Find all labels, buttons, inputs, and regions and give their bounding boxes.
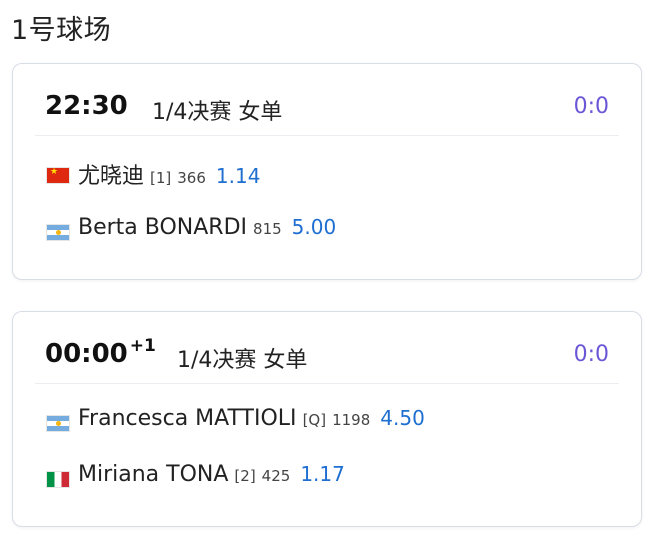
match-header: 00:00 +1 1/4决赛 女单 0:0 bbox=[35, 312, 619, 384]
match-time: 00:00 +1 bbox=[45, 336, 156, 369]
player-name[interactable]: Berta BONARDI bbox=[78, 215, 247, 240]
player-odds[interactable]: 1.17 bbox=[300, 462, 345, 486]
player-odds[interactable]: 5.00 bbox=[292, 215, 337, 239]
player-seed: [Q] bbox=[302, 411, 327, 429]
next-day-marker: +1 bbox=[129, 336, 156, 356]
argentina-flag-icon bbox=[46, 414, 70, 432]
italy-flag-icon bbox=[46, 470, 70, 488]
match-round: 1/4决赛 女单 bbox=[177, 348, 308, 373]
match-score: 0:0 bbox=[573, 342, 609, 367]
match-card[interactable]: 22:30 1/4决赛 女单 0:0 ★ 尤晓迪 [1] 366 1.14 Be… bbox=[12, 63, 642, 280]
player-row[interactable]: Miriana TONA [2] 425 1.17 bbox=[46, 462, 345, 492]
match-time: 22:30 bbox=[45, 91, 128, 121]
argentina-flag-icon bbox=[46, 223, 70, 241]
player-rank: 1198 bbox=[332, 411, 371, 429]
player-odds[interactable]: 4.50 bbox=[380, 406, 425, 430]
match-round: 1/4决赛 女单 bbox=[152, 100, 283, 125]
player-row[interactable]: Francesca MATTIOLI [Q] 1198 4.50 bbox=[46, 406, 425, 436]
player-rank: 366 bbox=[177, 169, 206, 187]
china-flag-icon: ★ bbox=[46, 166, 70, 184]
match-card[interactable]: 00:00 +1 1/4决赛 女单 0:0 Francesca MATTIOLI … bbox=[12, 311, 642, 527]
player-seed: [2] bbox=[234, 467, 256, 485]
match-header: 22:30 1/4决赛 女单 0:0 bbox=[35, 64, 619, 136]
player-row[interactable]: Berta BONARDI 815 5.00 bbox=[46, 215, 336, 245]
player-rank: 425 bbox=[261, 467, 291, 485]
player-rank: 815 bbox=[253, 220, 282, 238]
player-odds[interactable]: 1.14 bbox=[216, 164, 261, 188]
player-name[interactable]: 尤晓迪 bbox=[78, 158, 144, 190]
player-name[interactable]: Miriana TONA bbox=[78, 462, 228, 487]
player-row[interactable]: ★ 尤晓迪 [1] 366 1.14 bbox=[46, 158, 261, 190]
player-name[interactable]: Francesca MATTIOLI bbox=[78, 406, 297, 431]
court-title: 1号球场 bbox=[11, 15, 112, 46]
player-seed: [1] bbox=[150, 169, 172, 187]
match-score: 0:0 bbox=[573, 94, 609, 119]
